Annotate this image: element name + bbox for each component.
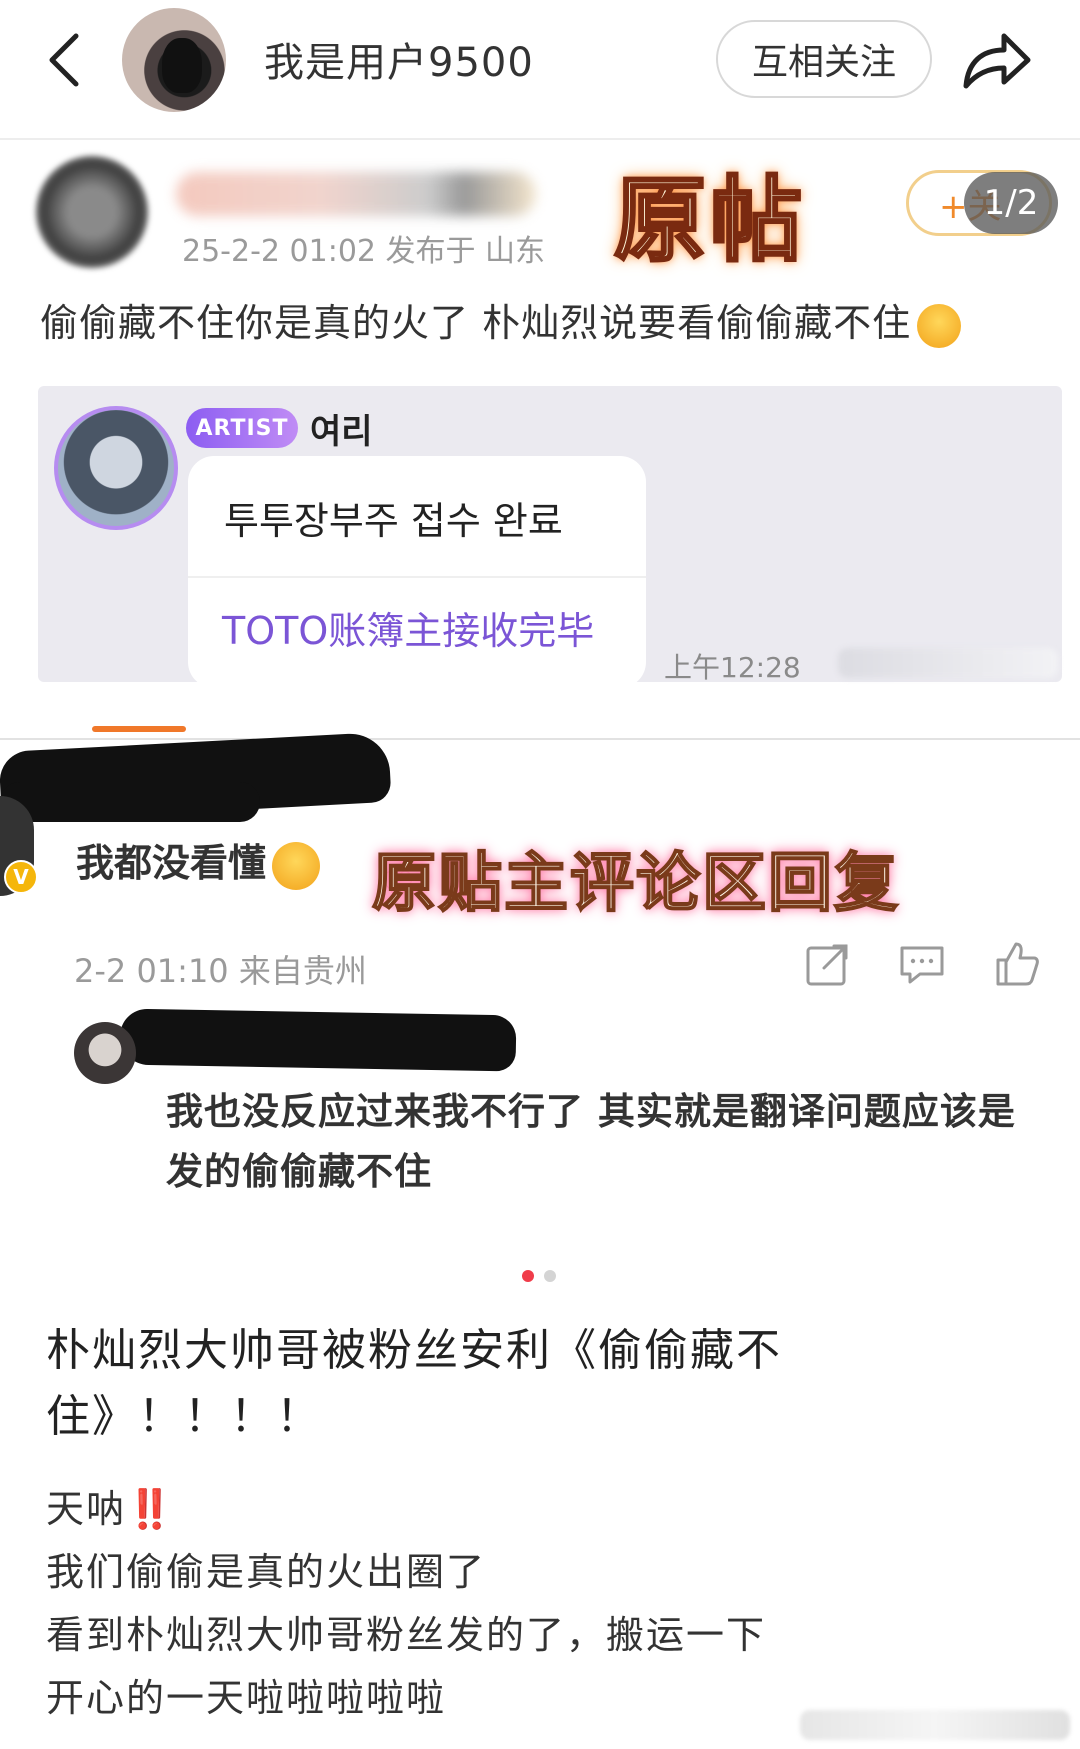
- post-line: 开心的一天啦啦啦啦啦: [46, 1676, 447, 1720]
- back-button[interactable]: [34, 22, 94, 98]
- reply-avatar: [74, 1022, 136, 1084]
- like-icon: [996, 942, 1039, 986]
- double-exclamation-icon: ‼️: [126, 1487, 176, 1531]
- post-line: 天呐‼️: [46, 1487, 176, 1531]
- share-arrow-icon: [963, 33, 1031, 89]
- repost-icon: [806, 944, 848, 986]
- artist-avatar: [54, 406, 178, 530]
- comments-tab-indicator: [92, 726, 186, 732]
- artist-name: 여리: [310, 412, 373, 452]
- emoji-face-icon: [917, 303, 962, 348]
- original-post-meta: 25-2-2 01:02 发布于 山东: [182, 234, 546, 269]
- image-carousel[interactable]: 25-2-2 01:02 发布于 山东 原帖 +关 1/2 偷偷藏不住你是真的火…: [0, 142, 1080, 1272]
- original-poster-avatar: [36, 156, 148, 268]
- bubble-divider: [188, 576, 646, 578]
- verified-badge-icon: V: [4, 860, 38, 894]
- emoji-laugh-cry-icon: [272, 841, 321, 890]
- share-button[interactable]: [958, 24, 1034, 96]
- carousel-dot-2[interactable]: [544, 1270, 556, 1282]
- post-line: 看到朴灿烈大帅哥粉丝发的了，搬运一下: [46, 1613, 767, 1657]
- top-nav-bar: 我是用户9500 互相关注: [0, 0, 1080, 140]
- user-avatar[interactable]: [122, 8, 226, 112]
- mutual-follow-button[interactable]: 互相关注: [716, 20, 932, 98]
- original-post-text: 偷偷藏不住你是真的火了 朴灿烈说要看偷偷藏不住: [40, 292, 962, 348]
- username[interactable]: 我是用户9500: [264, 30, 534, 88]
- reply-text: 我也没反应过来我不行了 其实就是翻译问题应该是发的偷偷藏不住: [166, 1090, 1016, 1193]
- original-poster-name-blurred: [176, 172, 536, 216]
- image-page-indicator: 1/2: [964, 172, 1058, 234]
- post-title: 朴灿烈大帅哥被粉丝安利《偷偷藏不住》！！！！: [46, 1325, 782, 1442]
- post-line: 我们偷偷是真的火出圈了: [46, 1550, 487, 1594]
- redaction-mark: [119, 1008, 517, 1072]
- carousel-dots: [522, 1270, 556, 1282]
- comment-icon: [900, 946, 944, 984]
- chevron-left-icon: [49, 33, 79, 87]
- bottom-watermark-blurred: [800, 1710, 1070, 1740]
- message-time: 上午12:28: [664, 651, 801, 684]
- artist-badge: ARTIST: [186, 408, 298, 448]
- overlay-label-reply: 原贴主评论区回复: [371, 846, 900, 922]
- overlay-label-original-post: 原帖: [612, 166, 807, 276]
- redaction-mark: [0, 782, 260, 822]
- comment-meta: 2-2 01:10 来自贵州: [74, 952, 367, 990]
- comment-text: 我都没看懂: [76, 832, 321, 890]
- section-divider: [0, 738, 1080, 740]
- message-korean: 투투장부주 접수 완료: [224, 499, 563, 543]
- message-translation: TOTO账簿主接收完毕: [222, 609, 595, 653]
- message-bubble: 투투장부주 접수 완료 TOTO账簿主接收完毕: [188, 456, 646, 688]
- post-body: 天呐‼️ 我们偷偷是真的火出圈了 看到朴灿烈大帅哥粉丝发的了，搬运一下 开心的一…: [46, 1478, 766, 1730]
- watermark-blurred: [838, 648, 1058, 678]
- carousel-dot-1[interactable]: [522, 1270, 534, 1282]
- artist-message-card: ARTIST 여리 투투장부주 접수 완료 TOTO账簿主接收完毕 上午12:2…: [38, 386, 1062, 688]
